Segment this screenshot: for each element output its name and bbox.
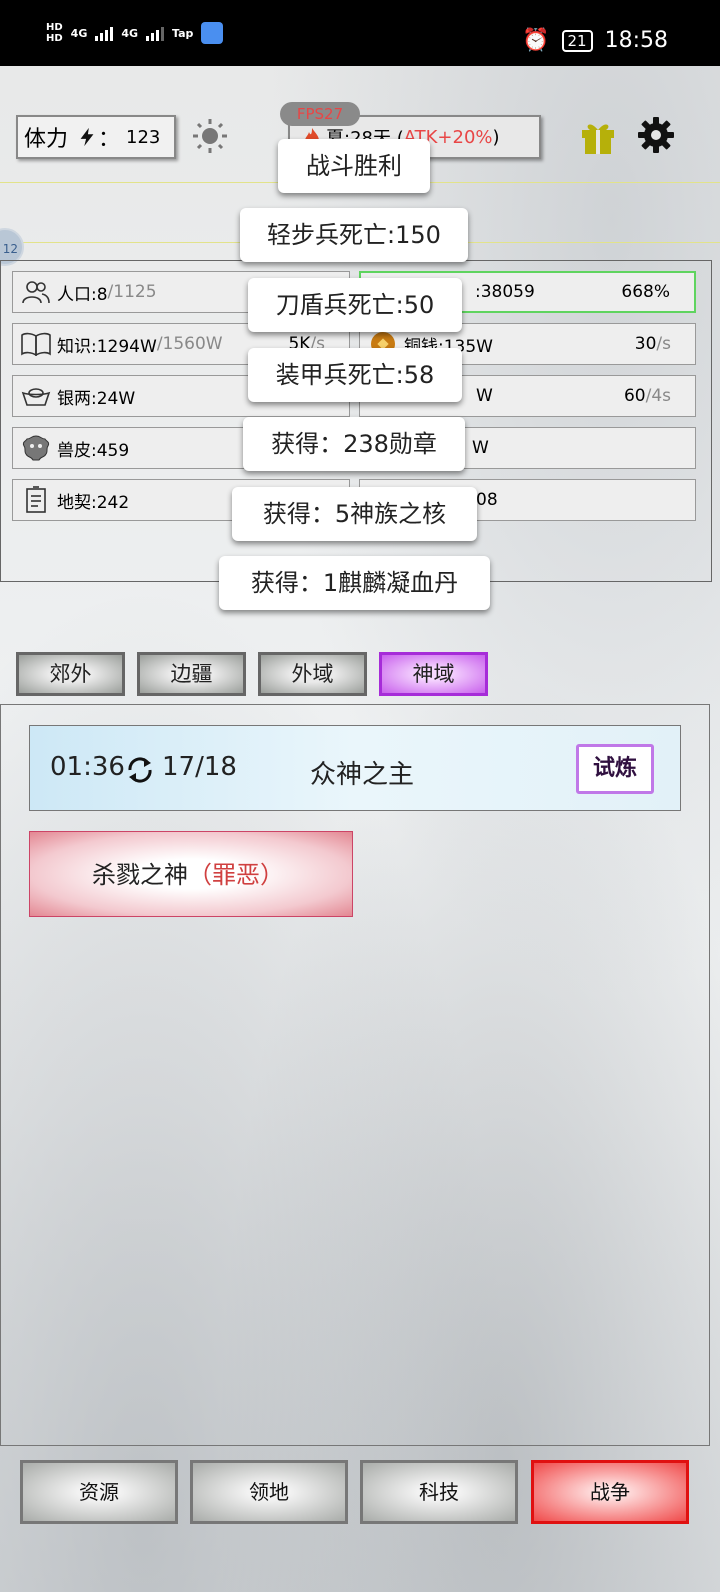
- resource-rate: 668%: [621, 282, 670, 302]
- resource-label: :38059: [475, 282, 535, 302]
- boss-name: 众神之主: [310, 760, 415, 790]
- gift-icon[interactable]: [580, 116, 616, 156]
- nav-resources[interactable]: 资源: [20, 1460, 178, 1524]
- signal-icon: [95, 25, 114, 41]
- resource-rate: 30/s: [635, 334, 671, 354]
- toast-shield-infantry: 刀盾兵死亡:50: [248, 278, 462, 332]
- stamina-label: 体力: [24, 127, 69, 152]
- tab-outer-domain[interactable]: 外域: [258, 652, 367, 696]
- rate-value: 30: [634, 334, 657, 354]
- boss-row: 01:36 17/18 众神之主 试炼: [29, 725, 681, 811]
- toast-reward-pill: 获得：1麒麟凝血丹: [219, 556, 490, 610]
- resource-label: 兽皮:459: [57, 440, 130, 461]
- toast-light-infantry: 轻步兵死亡:150: [240, 208, 468, 262]
- resource-label: W: [476, 386, 493, 406]
- resource-label: 知识:1294W: [57, 336, 157, 357]
- resource-label: 银两:24W: [57, 388, 136, 409]
- tab-divine-domain[interactable]: 神域: [379, 652, 488, 696]
- hd-label-2: HD: [46, 33, 63, 44]
- game-screen: 体力 ： 123 夏:28天 (ATK+20%) FPS27: [0, 66, 720, 1592]
- signal-icon-2: [146, 25, 165, 41]
- lightning-icon: [80, 127, 94, 147]
- status-left: HD HD 4G 4G Tap: [46, 22, 224, 44]
- fps-counter: FPS27: [280, 102, 360, 126]
- resource-secondary: /1560W: [156, 334, 223, 354]
- sun-icon: [193, 119, 227, 153]
- net-type-1: 4G: [70, 26, 88, 40]
- bottom-nav: 资源 领地 科技 战争: [0, 1444, 720, 1592]
- boss-attempt-count: 17/18: [162, 752, 237, 782]
- toast-reward-core: 获得：5神族之核: [232, 487, 477, 541]
- tab-frontier[interactable]: 边疆: [137, 652, 246, 696]
- net-type-2: 4G: [121, 26, 139, 40]
- beast-hide-icon: [21, 434, 51, 462]
- alarm-icon: ⏰: [522, 28, 550, 53]
- stamina-box: 体力 ： 123: [16, 115, 176, 159]
- resource-label: 地契:242: [57, 492, 130, 513]
- trial-button[interactable]: 试炼: [576, 744, 654, 794]
- settings-gear-icon[interactable]: [637, 116, 675, 154]
- silver-ingot-icon: [21, 382, 51, 410]
- status-bar: HD HD 4G 4G Tap ⏰ 21 18:58: [0, 0, 720, 66]
- nav-war[interactable]: 战争: [531, 1460, 689, 1524]
- divine-domain-panel: 01:36 17/18 众神之主 试炼 杀戮之神（罪恶）: [0, 704, 710, 1446]
- god-name: 杀戮之神: [92, 861, 188, 889]
- nav-territory[interactable]: 领地: [190, 1460, 348, 1524]
- resource-label: 08: [476, 490, 498, 510]
- book-icon: [21, 330, 51, 358]
- stamina-sep: ：: [98, 127, 121, 152]
- hd-label-1: HD: [46, 22, 63, 33]
- god-card[interactable]: 杀戮之神（罪恶）: [29, 831, 353, 917]
- resource-secondary: /1125: [107, 282, 157, 302]
- refresh-cycle-icon: [128, 757, 152, 783]
- rate-value: 60: [623, 386, 646, 406]
- hd-indicator: HD HD: [46, 22, 63, 44]
- god-tag: （罪恶）: [188, 861, 284, 889]
- tab-outskirts[interactable]: 郊外: [16, 652, 125, 696]
- tap-label: Tap: [172, 26, 194, 40]
- rate-unit: /s: [656, 334, 671, 354]
- status-right: ⏰ 21 18:58: [522, 28, 668, 53]
- clock: 18:58: [604, 28, 668, 53]
- region-tabs: 郊外 边疆 外域 神域: [16, 652, 488, 696]
- resource-label: W: [472, 438, 489, 458]
- toast-armored-infantry: 装甲兵死亡:58: [248, 348, 462, 402]
- nav-technology[interactable]: 科技: [360, 1460, 518, 1524]
- resource-label: 人口:8: [57, 284, 108, 305]
- resource-rate: 60/4s: [624, 386, 671, 406]
- season-close: ): [492, 126, 500, 148]
- stamina-value: 123: [126, 126, 161, 148]
- boss-timer: 01:36: [50, 752, 125, 782]
- rate-unit: /4s: [645, 386, 671, 406]
- people-icon: [21, 278, 51, 306]
- toast-reward-medals: 获得：238勋章: [243, 417, 465, 471]
- toast-battle-victory: 战斗胜利: [278, 139, 430, 193]
- land-deed-icon: [21, 486, 51, 514]
- battery-icon: 21: [561, 29, 593, 52]
- tap-app-icon: [201, 22, 224, 44]
